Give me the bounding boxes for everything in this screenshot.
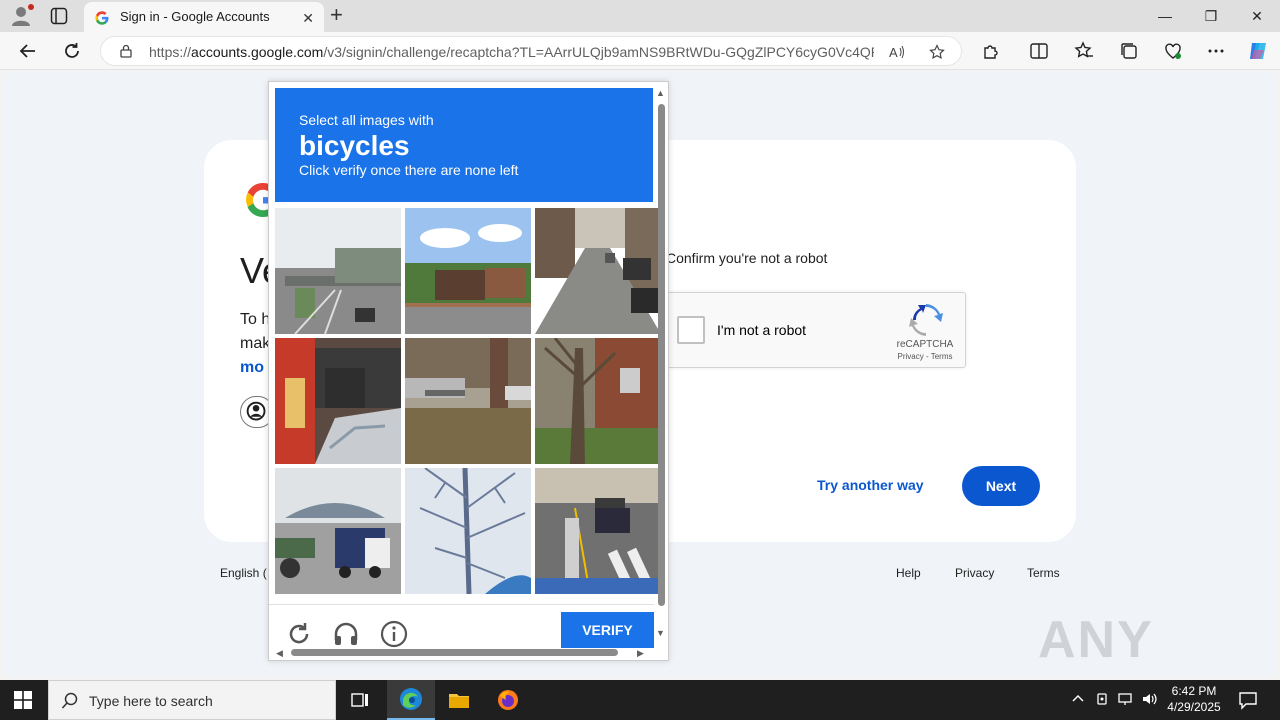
taskbar-clock[interactable]: 6:42 PM 4/29/2025 (1160, 683, 1228, 715)
url-bar[interactable]: https://accounts.google.com/v3/signin/ch… (100, 36, 962, 66)
challenge-divider (269, 604, 654, 605)
maximize-button[interactable]: ❐ (1188, 0, 1234, 32)
window-controls: — ❐ ✕ (1142, 0, 1280, 32)
volume-icon[interactable] (1142, 692, 1158, 709)
favorites-icon[interactable] (1074, 41, 1094, 61)
next-button[interactable]: Next (962, 466, 1040, 506)
challenge-hint: Click verify once there are none left (299, 162, 519, 178)
tray-chevron-icon[interactable] (1071, 692, 1085, 709)
recaptcha-logo-icon (909, 303, 943, 337)
copilot-icon[interactable] (1247, 40, 1269, 62)
url-text[interactable]: https://accounts.google.com/v3/signin/ch… (149, 44, 874, 60)
image-tile-roadside-houses-trees[interactable] (405, 208, 531, 334)
not-robot-checkbox[interactable] (677, 316, 705, 344)
scroll-right-arrow-icon[interactable]: ▶ (637, 648, 644, 659)
file-explorer-icon[interactable] (435, 680, 483, 720)
browser-essentials-icon[interactable] (1163, 41, 1183, 61)
challenge-header: Select all images with bicycles Click ve… (275, 88, 653, 202)
image-tile-truck-parking-lot[interactable] (275, 468, 401, 594)
read-aloud-icon[interactable]: A (889, 44, 905, 60)
image-tile-tree-brick-house[interactable] (535, 338, 661, 464)
recaptcha-challenge: Select all images with bicycles Click ve… (268, 81, 669, 661)
minimize-button[interactable]: — (1142, 0, 1188, 32)
tab-strip: Sign in - Google Accounts ✕ + — ❐ ✕ (0, 0, 1280, 32)
favorite-star-icon[interactable] (929, 44, 945, 60)
language-selector[interactable]: English ( (220, 566, 267, 580)
tab-actions-icon[interactable] (50, 7, 68, 25)
recaptcha-brand: reCAPTCHA (896, 339, 954, 350)
not-robot-label: I'm not a robot (717, 322, 807, 338)
image-tile-highway-overpass[interactable] (275, 208, 401, 334)
terms-link[interactable]: Terms (1027, 566, 1060, 580)
tray-device-icon[interactable] (1095, 692, 1109, 709)
challenge-instruction: Select all images with (299, 112, 434, 128)
edge-taskbar-icon[interactable] (387, 680, 435, 720)
help-link[interactable]: Help (896, 566, 921, 580)
tab-google-accounts[interactable]: Sign in - Google Accounts ✕ (84, 2, 324, 32)
confirm-robot-text: Confirm you're not a robot (666, 250, 828, 266)
image-tile-tree-lined-street[interactable] (405, 338, 531, 464)
task-view-icon[interactable] (336, 680, 384, 720)
image-tile-tree-shadow-snow[interactable] (405, 468, 531, 594)
search-icon (61, 692, 79, 710)
clock-date: 4/29/2025 (1167, 700, 1221, 714)
try-another-way-button[interactable]: Try another way (817, 477, 924, 493)
url-domain: accounts.google.com (191, 44, 324, 60)
vertical-scroll-thumb[interactable] (658, 104, 665, 606)
tab-title: Sign in - Google Accounts (120, 9, 270, 24)
scroll-left-arrow-icon[interactable]: ◀ (276, 648, 283, 659)
lock-icon[interactable] (119, 44, 133, 58)
close-window-button[interactable]: ✕ (1234, 0, 1280, 32)
google-favicon-icon (94, 10, 110, 26)
tab-close-icon[interactable]: ✕ (302, 10, 314, 27)
audio-challenge-icon[interactable] (332, 620, 360, 648)
info-icon[interactable] (380, 620, 408, 648)
reload-challenge-icon[interactable] (285, 620, 313, 648)
recaptcha-privacy-terms[interactable]: Privacy - Terms (883, 352, 967, 361)
scroll-down-arrow-icon[interactable]: ▼ (656, 628, 665, 638)
verify-button[interactable]: VERIFY (561, 612, 654, 648)
windows-taskbar: Type here to search 6:42 PM 4/29/2025 (0, 680, 1280, 720)
url-scheme: https:// (149, 44, 192, 60)
profile-icon[interactable] (10, 4, 34, 27)
svg-text:A: A (889, 45, 898, 60)
extensions-icon[interactable] (981, 41, 1001, 61)
recaptcha-widget: I'm not a robot reCAPTCHA Privacy - Term… (666, 292, 966, 368)
clock-time: 6:42 PM (1171, 684, 1217, 698)
challenge-target: bicycles (299, 130, 410, 161)
more-options-icon[interactable] (1206, 41, 1226, 61)
notification-icon[interactable] (1238, 690, 1258, 713)
back-arrow-icon[interactable] (17, 40, 39, 62)
collections-icon[interactable] (1119, 41, 1139, 61)
firefox-icon[interactable] (484, 680, 532, 720)
horizontal-scroll-thumb[interactable] (291, 649, 618, 656)
description-line-2: mak (240, 335, 271, 352)
refresh-icon[interactable] (61, 40, 83, 62)
learn-more-link[interactable]: mo (240, 359, 264, 377)
search-placeholder: Type here to search (89, 693, 213, 709)
image-tile-bus-side-crowd[interactable] (275, 338, 401, 464)
address-toolbar: https://accounts.google.com/v3/signin/ch… (0, 32, 1280, 70)
windows-start-icon[interactable] (14, 691, 32, 709)
split-screen-icon[interactable] (1029, 41, 1049, 61)
image-tile-crosswalk-cars[interactable] (535, 468, 661, 594)
new-tab-button[interactable]: + (330, 4, 343, 26)
scroll-up-arrow-icon[interactable]: ▲ (656, 88, 665, 98)
image-tile-street-parked-cars[interactable] (535, 208, 661, 334)
description-line-1: To h (240, 311, 271, 328)
privacy-link[interactable]: Privacy (955, 566, 994, 580)
network-icon[interactable] (1118, 692, 1134, 709)
taskbar-search-box[interactable]: Type here to search (48, 680, 336, 720)
url-path: /v3/signin/challenge/recaptcha?TL=AArrUL… (323, 44, 874, 60)
